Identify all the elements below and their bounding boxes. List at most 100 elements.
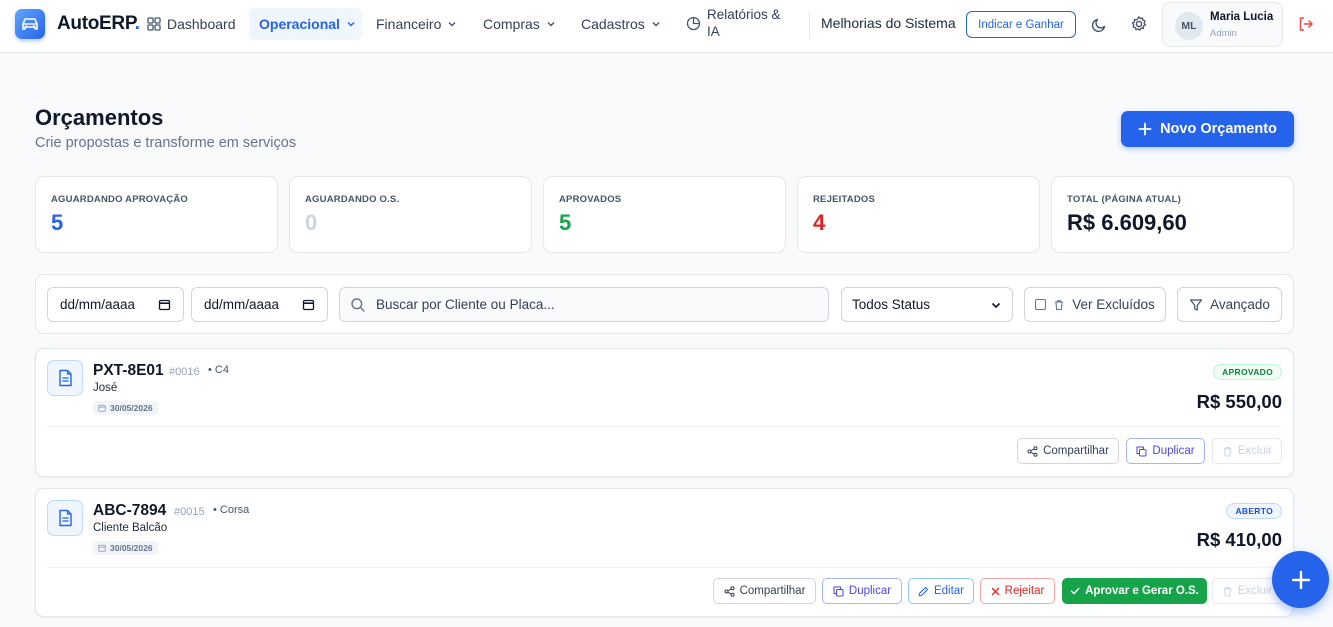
status-select[interactable]: Todos Status [841, 287, 1013, 322]
reject-label: Rejeitar [1004, 585, 1045, 597]
user-name: Maria Lucia [1210, 11, 1274, 23]
nav-compras[interactable]: Compras [473, 8, 566, 40]
moon-icon[interactable] [1088, 13, 1110, 35]
quote-date-value: 30/05/2026 [110, 403, 153, 413]
share-icon [1027, 445, 1038, 457]
approve-generate-os-button[interactable]: Aprovar e Gerar O.S. [1062, 578, 1207, 604]
stat-value: 0 [305, 210, 318, 235]
duplicate-label: Duplicar [1152, 445, 1195, 457]
quote-date-value: 30/05/2026 [110, 543, 153, 553]
quote-number: #0015 [174, 506, 205, 518]
card-divider [47, 426, 1282, 427]
approve-label: Aprovar e Gerar O.S. [1085, 585, 1199, 597]
stat-label: AGUARDANDO O.S. [305, 194, 400, 205]
duplicate-button[interactable]: Duplicar [1126, 438, 1205, 464]
nav-cadastros[interactable]: Cadastros [571, 8, 671, 40]
checkbox[interactable] [1035, 299, 1047, 310]
quote-number: #0016 [169, 366, 200, 378]
nav-relatorios-label-1: Relatórios & [707, 7, 781, 22]
trash-icon [1223, 586, 1232, 596]
calendar-icon [98, 404, 106, 412]
client-name: Cliente Balcão [93, 522, 168, 534]
top-navbar: AutoERP. Dashboard Operacional Financeir… [0, 0, 1333, 53]
date-to-value: dd/mm/aaaa [204, 297, 280, 312]
edit-button[interactable]: Editar [908, 578, 974, 604]
nav-relatorios-label-2: IA [707, 24, 720, 39]
nav-financeiro-label: Financeiro [376, 16, 442, 32]
chevron-down-icon [347, 22, 355, 27]
stat-aguardando-aprovacao: AGUARDANDO APROVAÇÃO 5 [35, 176, 278, 253]
stat-label: AGUARDANDO APROVAÇÃO [51, 194, 188, 205]
advanced-label: Avançado [1210, 297, 1270, 312]
nav-financeiro[interactable]: Financeiro [366, 8, 467, 40]
reject-button[interactable]: Rejeitar [980, 578, 1055, 604]
nav-cadastros-label: Cadastros [581, 16, 645, 32]
stat-total: TOTAL (PÁGINA ATUAL) R$ 6.609,60 [1051, 176, 1294, 253]
stat-value: R$ 6.609,60 [1067, 210, 1187, 235]
ver-excluidos-label: Ver Excluídos [1072, 297, 1155, 312]
ver-excluidos-toggle[interactable]: Ver Excluídos [1024, 287, 1166, 322]
page-title: Orçamentos [35, 105, 164, 130]
quote-card[interactable]: ABC-7894 #0015 • Corsa Cliente Balcão 30… [35, 488, 1294, 617]
copy-icon [1136, 446, 1147, 456]
vehicle-model: • Corsa [213, 504, 250, 516]
date-to-input[interactable]: dd/mm/aaaa [191, 287, 328, 322]
stat-value: 5 [51, 210, 64, 235]
duplicate-button[interactable]: Duplicar [822, 578, 902, 604]
plus-icon [1138, 122, 1152, 136]
delete-button[interactable]: Excluir [1212, 438, 1282, 464]
chevron-down-icon [547, 22, 555, 27]
share-label: Compartilhar [739, 585, 806, 597]
vehicle-model: • C4 [208, 364, 229, 376]
calendar-icon [302, 299, 315, 311]
pencil-icon [918, 586, 928, 596]
nav-operacional-label: Operacional [259, 16, 340, 32]
floating-add-button[interactable] [1272, 551, 1329, 608]
nav-compras-label: Compras [483, 16, 540, 32]
quote-date: 30/05/2026 [93, 541, 158, 555]
status-selected: Todos Status [852, 297, 931, 312]
nav-melhorias[interactable]: Melhorias do Sistema [821, 15, 956, 31]
date-from-value: dd/mm/aaaa [60, 297, 136, 312]
client-name: José [93, 382, 118, 394]
delete-label: Excluir [1237, 585, 1273, 597]
stat-aguardando-os: AGUARDANDO O.S. 0 [289, 176, 532, 253]
share-button[interactable]: Compartilhar [1017, 438, 1119, 464]
quote-total: R$ 550,00 [1196, 391, 1282, 412]
stat-aprovados: APROVADOS 5 [543, 176, 786, 253]
share-icon [724, 585, 735, 597]
plus-icon [1291, 570, 1310, 589]
quote-date: 30/05/2026 [93, 401, 158, 415]
card-divider [47, 567, 1282, 568]
new-quote-label: Novo Orçamento [1160, 121, 1277, 137]
filter-bar: dd/mm/aaaa dd/mm/aaaa Buscar por Cliente… [35, 274, 1294, 334]
indicar-button[interactable]: Indicar e Ganhar [966, 11, 1076, 38]
close-icon [991, 587, 999, 595]
nav-divider [809, 12, 810, 38]
avatar: ML [1175, 12, 1203, 40]
stat-rejeitados: REJEITADOS 4 [797, 176, 1040, 253]
date-from-input[interactable]: dd/mm/aaaa [47, 287, 184, 322]
user-menu[interactable]: ML Maria Lucia Admin [1162, 2, 1283, 47]
gear-icon[interactable] [1128, 13, 1150, 35]
logout-icon[interactable] [1295, 13, 1317, 35]
nav-operacional[interactable]: Operacional [249, 8, 362, 40]
nav-dashboard[interactable]: Dashboard [137, 8, 246, 40]
nav-dashboard-label: Dashboard [167, 16, 236, 32]
search-input[interactable]: Buscar por Cliente ou Placa... [339, 287, 829, 322]
calendar-icon [98, 544, 106, 552]
check-icon [1070, 587, 1080, 595]
share-button[interactable]: Compartilhar [713, 578, 816, 604]
search-placeholder: Buscar por Cliente ou Placa... [376, 297, 555, 312]
nav-relatorios[interactable]: Relatórios & IA [686, 6, 781, 40]
new-quote-button[interactable]: Novo Orçamento [1121, 111, 1294, 147]
brand-name[interactable]: AutoERP. [57, 13, 140, 35]
share-label: Compartilhar [1043, 445, 1109, 457]
car-logo-icon[interactable] [15, 9, 45, 39]
status-badge: APROVADO [1213, 364, 1282, 380]
quote-card[interactable]: PXT-8E01 #0016 • C4 José 30/05/2026 APRO… [35, 348, 1294, 477]
advanced-filter-button[interactable]: Avançado [1177, 287, 1282, 322]
stat-label: TOTAL (PÁGINA ATUAL) [1067, 194, 1181, 205]
search-icon [351, 297, 365, 312]
vehicle-plate: PXT-8E01 [93, 362, 164, 379]
